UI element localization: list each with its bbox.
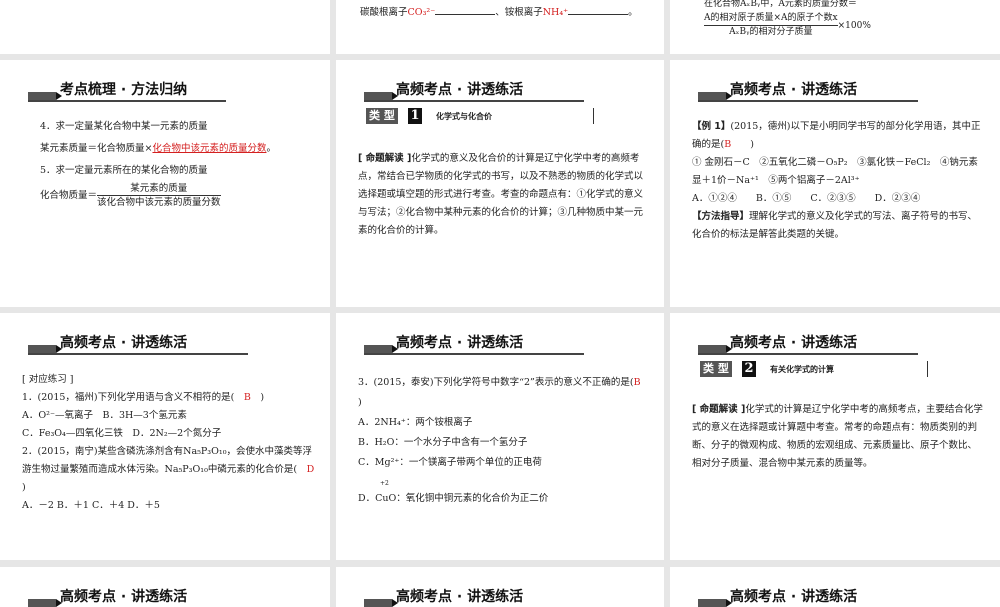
slide-thumbnail-7[interactable]: 高频考点 · 讲透练活 [ 对应练习 ] 1．(2015，福州)下列化学用语与含… [0,313,330,560]
type-title: 有关化学式的计算 [770,365,834,374]
text: 2．(2015，南宁)某些含磷洗涤剂含有Na₅P₃O₁₀，会使水中藻类等浮游生物… [22,446,313,475]
text: 3．(2015，泰安)下列化学符号中数字“2”表示的意义不正确的是( [358,377,634,388]
slide-thumbnail-4[interactable]: 考点梳理 · 方法归纳 4．求一定量某化合物中某一元素的质量 某元素质量＝化合物… [0,60,330,307]
slide-thumbnail-5[interactable]: 高频考点 · 讲透练活 类 型 1 化学式与化合价 [ 命题解读 ]化学式的意义及化… [336,60,664,307]
text: 。 [628,7,638,18]
header-title: 考点梳理 · 方法归纳 [60,82,188,98]
text: ) [358,397,362,408]
slide-header: 高频考点 · 讲透练活 [28,585,248,607]
text: 化合物质量＝ [40,190,98,201]
slide-thumbnail-12[interactable]: 高频考点 · 讲透练活 [670,567,1000,607]
slide-text: 在化合物AₓBᵧ中，A元素的质量分数＝ A的相对原子质量×A的原子个数x AₓBᵧ… [704,0,986,39]
type-banner: 类 型 1 化学式与化合价 [366,108,594,124]
answer: NH₄⁺ [542,7,569,18]
type-banner: 类 型 2 有关化学式的计算 [700,361,928,377]
answer: D [306,464,315,475]
header-title: 高频考点 · 讲透练活 [730,589,858,605]
fraction-denominator: AₓBᵧ的相对分子质量 [729,27,813,37]
slide-header: 高频考点 · 讲透练活 [28,331,248,355]
text: ① 金刚石－C ②五氧化二磷－O₅P₂ ③氯化铁－FeCl₂ ④钠元素显＋1价－… [692,157,978,186]
slide-text: [ 对应练习 ] 1．(2015，福州)下列化学用语与含义不相符的是( B ) … [22,371,316,515]
text: 5．求一定量元素所在的某化合物的质量 [40,165,208,176]
slide-thumbnail-3[interactable]: 在化合物AₓBᵧ中，A元素的质量分数＝ A的相对原子质量×A的原子个数x AₓBᵧ… [670,0,1000,54]
text: 化学式的意义及化合价的计算是辽宁化学中考的高频考点，常结合已学物质的化学式的书写… [358,153,644,236]
text: 碳酸根离子 [360,7,408,18]
slide-thumbnail-6[interactable]: 高频考点 · 讲透练活 【例 1】(2015，德州)以下是小明同学书写的部分化学… [670,60,1000,307]
text: 、铵根离子 [495,7,543,18]
slide-header: 高频考点 · 讲透练活 [364,78,584,102]
text: ) [22,482,26,493]
header-title: 高频考点 · 讲透练活 [396,82,524,98]
answer: B [243,392,251,403]
header-title: 高频考点 · 讲透练活 [60,335,188,351]
text: 1．(2015，福州)下列化学用语与含义不相符的是( [22,392,235,403]
text: 4．求一定量某化合物中某一元素的质量 [40,121,208,132]
slide-text: 4．求一定量某化合物中某一元素的质量 某元素质量＝化合物质量×化合物中该元素的质… [40,116,316,209]
text: 在化合物AₓBᵧ中，A元素的质量分数＝ [704,0,857,9]
text: ) [260,392,265,403]
slide-text: 碳酸根离子CO₃²⁻ 、铵根离子NH₄⁺ 。 [360,4,650,22]
type-label: 类 型 [366,108,398,124]
slide-text: [ 命题解读 ]化学式的意义及化合价的计算是辽宁化学中考的高频考点，常结合已学物… [358,150,650,240]
header-title: 高频考点 · 讲透练活 [730,335,858,351]
answer: 化合物中该元素的质量分数 [152,143,267,154]
header-title: 高频考点 · 讲透练活 [730,82,858,98]
header-title: 高频考点 · 讲透练活 [396,589,524,605]
fraction-numerator: A的相对原子质量×A的原子个数x [704,12,838,26]
slide-thumbnail-9[interactable]: 高频考点 · 讲透练活 类 型 2 有关化学式的计算 [ 命题解读 ]化学式的计算是… [670,313,1000,560]
slide-text: 【例 1】(2015，德州)以下是小明同学书写的部分化学用语，其中正确的是(B … [692,118,986,244]
options: A．－2 B．＋1 C．＋4 D．＋5 [22,500,160,511]
header-title: 高频考点 · 讲透练活 [60,589,188,605]
answer: B [633,377,641,388]
tag: [ 命题解读 ] [358,153,412,164]
type-label: 类 型 [700,361,732,377]
text: C．Fe₃O₄—四氧化三铁 D．2N₂—2个氮分子 [22,428,222,439]
tag: [ 对应练习 ] [22,374,74,385]
slide-header: 高频考点 · 讲透练活 [364,331,584,355]
slide-text: [ 命题解读 ]化学式的计算是辽宁化学中考的高频考点，主要结合化学式的意义在选择… [692,401,986,473]
slide-header: 高频考点 · 讲透练活 [698,585,918,607]
option-a: A．2NH₄⁺：两个铵根离子 [358,417,473,428]
slide-thumbnail-2[interactable]: 碳酸根离子CO₃²⁻ 、铵根离子NH₄⁺ 。 [336,0,664,54]
text: ×100% [837,21,871,31]
slide-header: 考点梳理 · 方法归纳 [28,78,226,102]
text: 。 [266,143,276,154]
slide-header: 高频考点 · 讲透练活 [698,331,918,355]
slide-thumbnail-8[interactable]: 高频考点 · 讲透练活 3．(2015，泰安)下列化学符号中数字“2”表示的意义… [336,313,664,560]
text: ) [750,139,754,150]
example-tag: 【例 1】 [692,121,731,132]
text: (2015，德州)以下是小明同学书写的部分化学用语，其中正确的是( [692,121,981,150]
text: 某元素质量＝化合物质量× [40,143,153,154]
option-d: D．CuO：氧化铜中铜元素的化合价为正二价 [358,493,549,504]
slide-thumbnail-10[interactable]: 高频考点 · 讲透练活 [0,567,330,607]
option-c: C．Mg²⁺：一个镁离子带两个单位的正电荷 [358,457,542,468]
fraction-numerator: 某元素的质量 [97,182,221,196]
slide-thumbnail-1[interactable] [0,0,330,54]
header-title: 高频考点 · 讲透练活 [396,335,524,351]
type-title: 化学式与化合价 [436,112,492,121]
slide-thumbnail-11[interactable]: 高频考点 · 讲透练活 [336,567,664,607]
valence-mark: +2 [380,480,389,487]
fraction-denominator: 该化合物中该元素的质量分数 [97,197,221,208]
tag: 【方法指导】 [692,211,750,222]
text: A．O²⁻—氧离子 B．3H—3个氢元素 [22,410,187,421]
answer: CO₃²⁻ [407,7,436,18]
tag: [ 命题解读 ] [692,404,746,415]
type-number: 1 [408,108,422,124]
slide-header: 高频考点 · 讲透练活 [698,78,918,102]
slide-header: 高频考点 · 讲透练活 [364,585,584,607]
slide-text: 3．(2015，泰安)下列化学符号中数字“2”表示的意义不正确的是(B ) A．… [358,373,650,509]
option-b: B．H₂O：一个水分子中含有一个氢分子 [358,437,528,448]
options: A．①②④ B．①⑤ C．②③⑤ D．②③④ [692,193,921,204]
type-number: 2 [742,361,756,377]
answer: B [724,139,732,150]
